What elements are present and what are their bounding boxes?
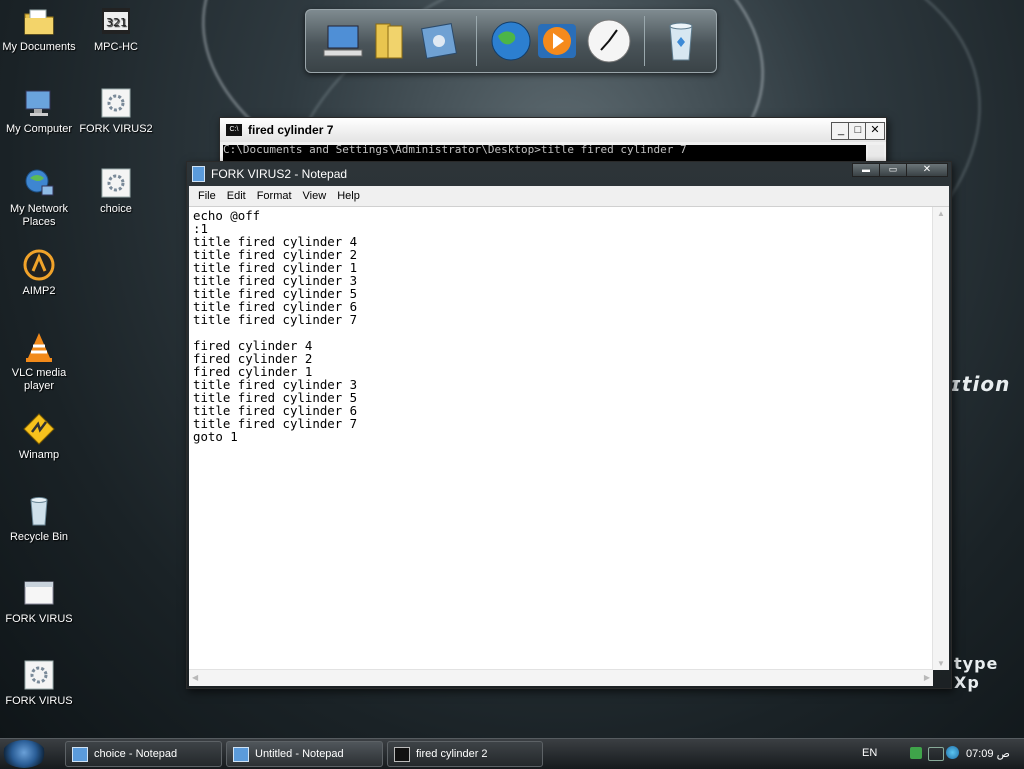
batch-file-icon (99, 166, 133, 200)
desktop-icon-label: Winamp (18, 449, 60, 461)
desktop-icon-vlc[interactable]: VLC media player (0, 330, 78, 393)
menu-view[interactable]: View (301, 190, 329, 202)
desktop-icon-label: FORK VIRUS2 (79, 123, 153, 135)
cmd-title: fired cylinder 7 (248, 123, 334, 137)
desktop-icon-label: My Computer (5, 123, 73, 135)
taskbar: choice - Notepad Untitled - Notepad fire… (0, 738, 1024, 769)
dock-media-player-icon[interactable] (534, 18, 580, 64)
notepad-text-line[interactable]: echo @off (193, 209, 933, 222)
taskbar-item-fired-cylinder[interactable]: fired cylinder 2 (387, 741, 543, 767)
desktop-icon-label: My Documents (2, 41, 76, 53)
desktop-icon-mpc-hc[interactable]: 321 MPC-HC (77, 4, 155, 54)
wallpaper-watermark-bottom: type Xp (954, 654, 999, 692)
window-app-icon (22, 576, 56, 610)
batch-file-icon (99, 86, 133, 120)
globe-tray-icon[interactable] (946, 746, 959, 759)
dock-computer-icon[interactable] (320, 18, 366, 64)
computer-icon (22, 86, 56, 120)
dock-bar (305, 9, 717, 73)
wallpaper-watermark-top: ɪtion (950, 372, 1011, 396)
desktop-icon-label: FORK VIRUS (5, 695, 73, 707)
notepad-menubar: File Edit Format View Help (189, 186, 949, 207)
taskbar-item-label: Untitled - Notepad (255, 748, 344, 760)
batch-file-icon (22, 658, 56, 692)
dock-separator (476, 16, 477, 66)
system-clock[interactable]: 07:09 ص (966, 747, 1010, 760)
desktop-icon-recycle-bin[interactable]: Recycle Bin (0, 494, 78, 544)
notepad-text-line[interactable]: title fired cylinder 7 (193, 417, 933, 430)
notepad-horizontal-scrollbar[interactable]: ◀ ▶ (189, 669, 933, 686)
folder-documents-icon (22, 4, 56, 38)
notepad-title: FORK VIRUS2 - Notepad (211, 167, 348, 181)
notepad-window[interactable]: FORK VIRUS2 - Notepad ▬ ▭ ✕ File Edit Fo… (186, 161, 952, 689)
desktop-icon-winamp[interactable]: Winamp (0, 412, 78, 462)
cmd-icon (394, 746, 410, 762)
desktop-icon-label: FORK VIRUS (5, 613, 73, 625)
desktop-icon-my-network-places[interactable]: My Network Places (0, 166, 78, 229)
notepad-icon (192, 166, 205, 182)
scroll-up-arrow-icon[interactable]: ▲ (937, 209, 945, 218)
safely-remove-tray-icon[interactable] (928, 747, 944, 761)
mpc-hc-icon: 321 (99, 4, 133, 38)
desktop-icon-label: My Network Places (9, 203, 69, 228)
svg-text:321: 321 (106, 16, 127, 29)
language-indicator[interactable]: EN (862, 747, 877, 759)
desktop-icon-my-computer[interactable]: My Computer (0, 86, 78, 136)
dock-separator (644, 16, 645, 66)
desktop-icon-aimp2[interactable]: AIMP2 (0, 248, 78, 298)
taskbar-item-label: choice - Notepad (94, 748, 178, 760)
recycle-bin-icon (22, 494, 56, 528)
dock-clock-icon[interactable] (586, 18, 632, 64)
notepad-text-content[interactable]: echo @off:1 title fired cylinder 4 title f… (189, 207, 933, 443)
menu-file[interactable]: File (196, 190, 218, 202)
taskbar-item-choice-notepad[interactable]: choice - Notepad (65, 741, 222, 767)
desktop-icon-fork-virus2[interactable]: FORK VIRUS2 (77, 86, 155, 136)
menu-format[interactable]: Format (255, 190, 294, 202)
taskbar-item-untitled-notepad[interactable]: Untitled - Notepad (226, 741, 383, 767)
desktop-icon-label: AIMP2 (22, 285, 56, 297)
cmd-icon: C:\ (226, 124, 242, 136)
vlc-icon (22, 330, 56, 364)
dock-recycle-bin-icon[interactable] (658, 18, 704, 64)
taskbar-item-label: fired cylinder 2 (416, 748, 488, 760)
menu-edit[interactable]: Edit (225, 190, 248, 202)
aimp-icon (22, 248, 56, 282)
scroll-down-arrow-icon[interactable]: ▼ (937, 659, 945, 668)
desktop-icon-my-documents[interactable]: My Documents (0, 4, 78, 54)
cmd-titlebar[interactable]: C:\ fired cylinder 7 (220, 118, 886, 142)
notepad-close-button[interactable]: ✕ (906, 163, 948, 177)
notepad-maximize-button[interactable]: ▭ (879, 163, 907, 177)
notepad-text-area[interactable]: echo @off:1 title fired cylinder 4 title f… (189, 207, 933, 670)
notepad-minimize-button[interactable]: ▬ (852, 163, 880, 177)
cmd-close-button[interactable]: ✕ (865, 122, 885, 140)
start-button[interactable] (2, 740, 46, 768)
desktop-icon-fork-virus-batch[interactable]: FORK VIRUS (0, 658, 78, 708)
notepad-icon (72, 746, 88, 762)
network-tray-icon[interactable] (910, 747, 922, 759)
winamp-icon (22, 412, 56, 446)
desktop-icon-fork-virus[interactable]: FORK VIRUS (0, 576, 78, 626)
dock-folder-icon[interactable] (368, 18, 414, 64)
scroll-right-arrow-icon[interactable]: ▶ (924, 673, 930, 682)
notepad-icon (233, 746, 249, 762)
desktop-icon-label: MPC-HC (94, 41, 138, 53)
desktop-icon-label: VLC media player (11, 367, 67, 392)
desktop-icon-label: Recycle Bin (9, 531, 69, 543)
notepad-text-line[interactable]: goto 1 (193, 430, 933, 443)
desktop-icon-label: choice (100, 203, 132, 215)
cmd-console-line: C:\Documents and Settings\Administrator\… (223, 145, 687, 156)
menu-help[interactable]: Help (335, 190, 362, 202)
notepad-titlebar[interactable]: FORK VIRUS2 - Notepad (187, 162, 951, 186)
dock-globe-icon[interactable] (488, 18, 534, 64)
notepad-text-line[interactable]: title fired cylinder 7 (193, 313, 933, 326)
desktop-icon-choice[interactable]: choice (77, 166, 155, 216)
notepad-vertical-scrollbar[interactable]: ▲ ▼ (932, 207, 949, 670)
network-places-icon (22, 166, 56, 200)
scroll-left-arrow-icon[interactable]: ◀ (192, 673, 198, 682)
dock-control-panel-icon[interactable] (416, 18, 462, 64)
